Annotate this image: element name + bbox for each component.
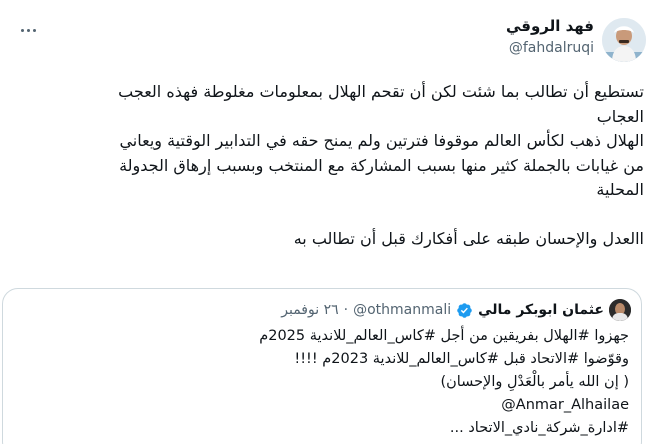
quoted-tweet-text: جهزوا #الهلال بفريقين من أجل #كاس_العالم… (19, 325, 629, 440)
tweet-line: العجاب (596, 106, 644, 126)
author-avatar[interactable] (602, 18, 646, 62)
quoted-author-avatar[interactable] (609, 299, 631, 321)
author-name[interactable]: فهد الروقي (506, 17, 594, 35)
quoted-author-handle[interactable]: @othmanmali (353, 302, 451, 318)
tweet-line: االعدل والإحسان طبقه على أفكارك قبل أن ت… (293, 228, 644, 248)
quoted-author-name[interactable]: عثمان ابوبكر مالي (478, 302, 604, 318)
tweet-text: تستطيع أن تطالب بما شئت لكن أن تقحم الهل… (14, 80, 644, 251)
quoted-line: #ادارة_شركة_نادي_الاتحاد ... (449, 420, 629, 436)
quoted-tweet-date[interactable]: ٢٦ نوفمبر (281, 302, 338, 318)
tweet-line: تستطيع أن تطالب بما شئت لكن أن تقحم الهل… (118, 82, 644, 101)
quoted-tweet[interactable]: عثمان ابوبكر مالي @othmanmali · ٢٦ نوفمب… (2, 288, 642, 444)
more-options-icon[interactable] (14, 20, 42, 40)
tweet-line: الهلال ذهب لكأس العالم موقوفا فترتين ولم… (119, 131, 644, 150)
tweet-paragraph-gap (14, 203, 644, 227)
separator-dot: · (343, 302, 349, 318)
quoted-line: وقوّضوا #الاتحاد قبل #كاس_العالم_للاندية… (294, 351, 629, 367)
author-handle[interactable]: @fahdalruqi (509, 40, 594, 56)
verified-badge-icon (457, 302, 472, 318)
quoted-line: ( إن الله يأمر بالْعَدْلِ والإحسان) (440, 374, 629, 390)
tweet-line: المحلية (596, 180, 644, 199)
quoted-line: جهزوا #الهلال بفريقين من أجل #كاس_العالم… (259, 328, 629, 344)
tweet-line: من غيابات بالجملة كثير منها بسبب المشارك… (119, 155, 644, 175)
quoted-tweet-header: عثمان ابوبكر مالي @othmanmali · ٢٦ نوفمب… (281, 299, 631, 321)
quoted-mention[interactable]: @Anmar_Alhailae (19, 394, 629, 417)
